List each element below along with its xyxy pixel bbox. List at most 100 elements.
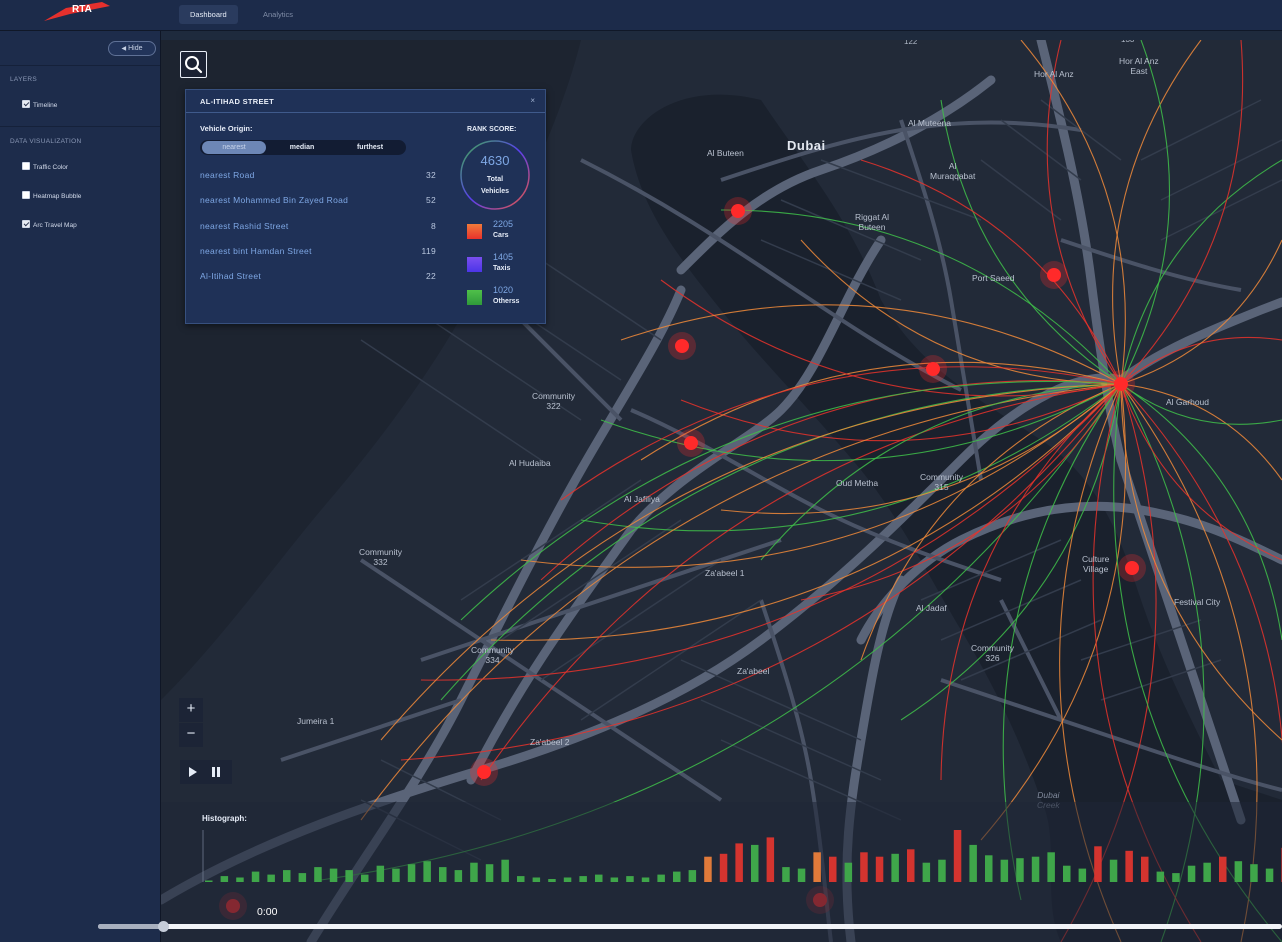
histogram-bar [922,862,931,882]
map-label-al-jafiliya: Al Jafiliya [624,494,660,504]
road-name: nearest Road [200,170,255,180]
histogram-bar [1234,861,1243,882]
hotspot-marker[interactable] [1040,261,1068,289]
histogram-bar [407,864,416,882]
histogram-bar [969,844,977,882]
others-swatch [467,290,482,305]
histogram-bar [1109,859,1118,882]
histogram-bar [517,876,525,882]
histogram-bar [875,856,884,882]
checkbox-unchecked[interactable] [22,162,30,171]
others-count: 1020 [493,285,514,295]
map-label-community-334: Community 334 [471,645,514,665]
map-label-al-garhoud: Al Garhoud [1166,397,1209,407]
histogram-bar [1187,865,1196,882]
checkbox-checked[interactable] [22,100,30,109]
vehicle-stat-taxis: 1405 Taxis [467,252,547,278]
total-vehicles-label: Total Vehicles [480,176,510,195]
hotspot-marker[interactable] [668,332,696,360]
dataviz-traffic-color-label: Traffic Color [33,164,69,171]
histogram-bar [1047,852,1055,882]
dataviz-heatmap-bubble-label: Heatmap Bubble [33,193,82,200]
histogram-bar [454,870,463,882]
histogram-bar [563,877,572,882]
histogram-bar [1125,850,1133,882]
map-label-riggat-al-buteen: Riggat Al Buteen [855,212,890,232]
road-row[interactable]: nearest Mohammed Bin Zayed Road 52 [200,195,436,207]
zoom-in-button[interactable]: + [179,698,203,722]
panel-title: AL-ITIHAD STREET [200,97,274,106]
dataviz-traffic-color-toggle[interactable]: Traffic Color [22,162,69,173]
histogram-bar [1203,862,1211,882]
histogram-bar [782,867,790,882]
close-icon[interactable]: × [530,96,535,105]
taxis-swatch [467,257,482,272]
rta-logo: RTA [40,0,112,22]
map-label-hor-al-anz-east: Hor Al Anz East [1119,56,1159,76]
vehicle-origin-label: Vehicle Origin: [200,124,253,133]
road-value: 32 [425,170,436,180]
travel-arc [1120,40,1244,385]
histogram-bar [766,837,775,882]
histogram-bar [1000,859,1009,882]
layer-timeline-toggle[interactable]: Timeline [22,100,57,111]
timeline-slider[interactable] [98,921,1282,932]
checkbox-unchecked[interactable] [22,191,30,200]
histogram-bar [532,877,541,882]
zoom-out-button[interactable]: − [179,723,203,747]
play-icon[interactable] [189,767,197,777]
road-row[interactable]: nearest Road 32 [200,170,436,182]
road-value: 8 [430,221,436,231]
tab-dashboard[interactable]: Dashboard [179,5,238,24]
vehicle-origin-toggle[interactable]: nearest median furthest [200,140,406,155]
cars-label: Cars [493,232,509,239]
origin-option-median[interactable]: median [270,141,334,154]
checkbox-checked[interactable] [22,220,30,229]
travel-arc [1120,159,1282,385]
hotspot-marker[interactable] [677,429,705,457]
road-name: Al-Itihad Street [200,271,262,281]
cars-count: 2205 [493,219,514,229]
hotspot-marker[interactable] [919,355,947,383]
histogram-bar [1016,858,1024,882]
origin-option-nearest[interactable]: nearest [202,141,266,154]
dataviz-arc-travel-map-toggle[interactable]: Arc Travel Map [22,220,77,231]
histogram-bar [735,843,743,882]
histogram-bar [860,852,868,882]
pause-icon-bar[interactable] [217,767,220,777]
road-name: nearest Rashid Street [200,221,289,231]
dataviz-heatmap-bubble-toggle[interactable]: Heatmap Bubble [22,191,82,202]
layers-heading: LAYERS [10,76,37,83]
hotspot-marker[interactable] [1107,370,1135,398]
map-label-zaabeel-1: Za'abeel 1 [705,568,745,578]
road-row[interactable]: Al-Itihad Street 22 [200,271,436,283]
histogram-bar [719,853,728,882]
histogram-bar [485,864,494,882]
road-row[interactable]: nearest bint Hamdan Street 119 [200,246,436,258]
caret-left-icon: ◀ [121,46,127,52]
map-label-hor-al-anz: Hor Al Anz [1034,69,1074,79]
hotspot-marker[interactable] [1118,554,1146,582]
road-row[interactable]: nearest Rashid Street 8 [200,221,436,233]
histogram-bar [236,877,244,882]
map-label-al-jadaf: Al Jadaf [916,603,947,613]
taxis-label: Taxis [493,265,511,272]
histogram-bar [1031,856,1040,882]
total-vehicles-count: 4630 [480,153,510,168]
histogram-bar [907,849,915,882]
hotspot-marker[interactable] [470,758,498,786]
hotspot-marker[interactable] [724,197,752,225]
histogram-bar [751,844,759,882]
hide-sidebar-button[interactable]: ◀ Hide [108,41,156,56]
pause-icon[interactable] [212,767,215,777]
road-value: 52 [425,195,436,205]
search-button[interactable] [180,51,207,78]
tab-analytics[interactable]: Analytics [252,5,304,24]
travel-arc [1120,40,1171,385]
origin-option-furthest[interactable]: furthest [338,141,402,154]
histogram-bar [501,859,509,882]
map-label-jumeira-1: Jumeira 1 [297,716,335,726]
map-label-community-322: Community 322 [532,391,575,411]
map-label-culture-village: Culture Village [1082,554,1110,574]
map-label-festival-city: Festival City [1174,597,1221,607]
